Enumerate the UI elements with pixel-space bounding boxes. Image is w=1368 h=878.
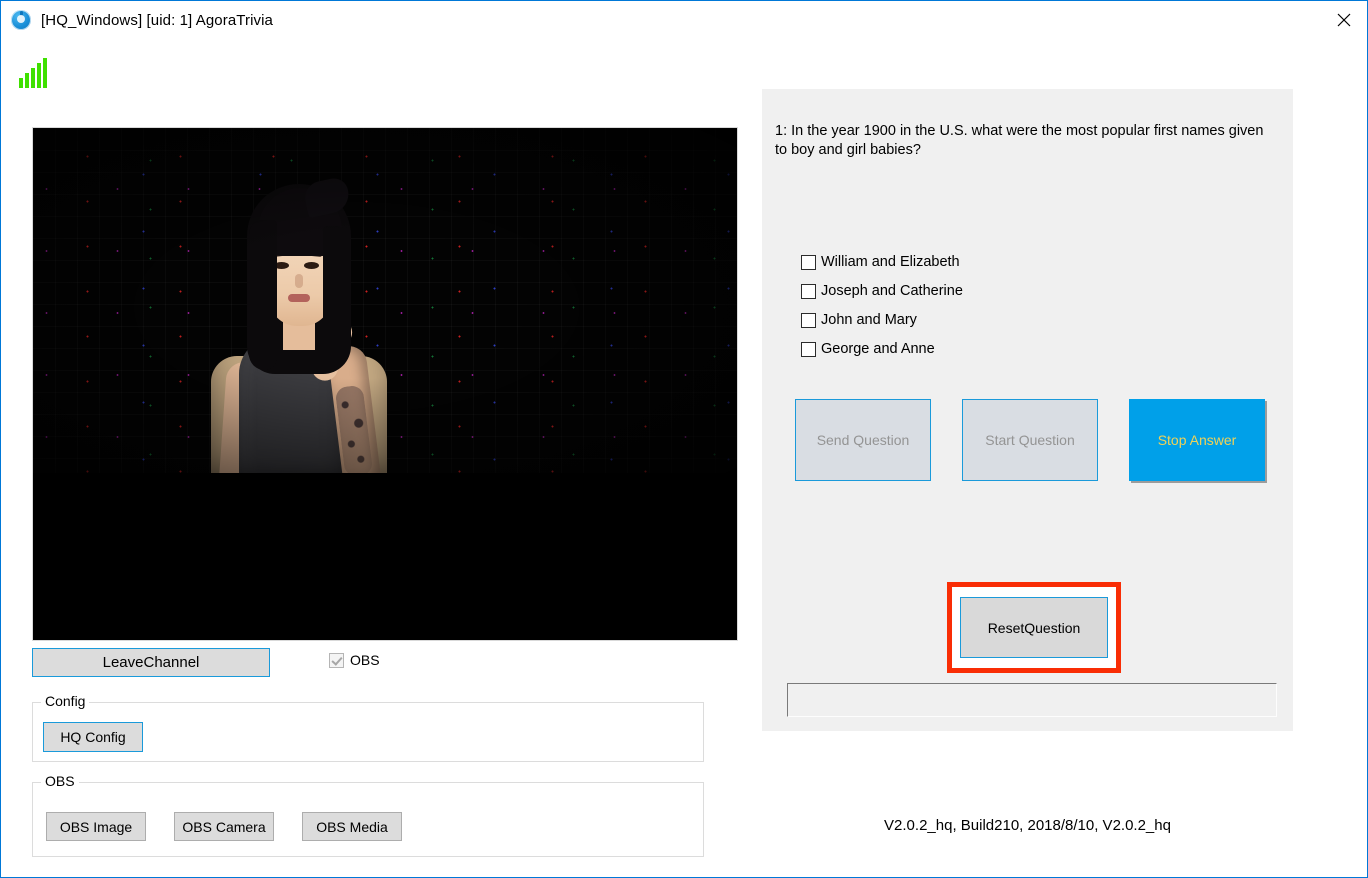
signal-bar-5	[43, 58, 47, 88]
question-panel: 1: In the year 1900 in the U.S. what wer…	[762, 89, 1293, 731]
close-button[interactable]	[1321, 1, 1367, 39]
leave-channel-button[interactable]: LeaveChannel	[32, 648, 270, 677]
local-video-preview[interactable]	[32, 127, 738, 641]
signal-bar-3	[31, 68, 35, 88]
obs-camera-button[interactable]: OBS Camera	[174, 812, 274, 841]
answer-checkbox-1[interactable]	[801, 254, 816, 270]
signal-bar-4	[37, 63, 41, 88]
answer-option-4[interactable]: George and Anne	[801, 341, 963, 357]
window-title: [HQ_Windows] [uid: 1] AgoraTrivia	[41, 11, 273, 29]
answer-options-list: William and Elizabeth Joseph and Catheri…	[801, 254, 963, 357]
signal-bars-icon	[19, 56, 53, 88]
obs-checkbox-label: OBS	[350, 652, 380, 668]
answer-checkbox-2[interactable]	[801, 283, 816, 299]
video-letterbox	[33, 473, 737, 640]
title-bar: [HQ_Windows] [uid: 1] AgoraTrivia	[1, 1, 1367, 39]
obs-checkbox	[329, 652, 344, 668]
app-window: [HQ_Windows] [uid: 1] AgoraTrivia LeaveC…	[0, 0, 1368, 878]
start-question-button[interactable]: Start Question	[962, 399, 1098, 481]
video-content	[33, 128, 737, 473]
answer-option-2[interactable]: Joseph and Catherine	[801, 283, 963, 299]
agora-app-icon	[11, 10, 31, 30]
answer-checkbox-3[interactable]	[801, 312, 816, 328]
answer-label-1: William and Elizabeth	[821, 254, 960, 270]
obs-media-button[interactable]: OBS Media	[302, 812, 402, 841]
signal-bar-1	[19, 78, 23, 88]
config-group-label: Config	[41, 693, 90, 709]
stop-answer-button[interactable]: Stop Answer	[1129, 399, 1265, 481]
version-label: V2.0.2_hq, Build210, 2018/8/10, V2.0.2_h…	[884, 817, 1171, 834]
answer-checkbox-4[interactable]	[801, 341, 816, 357]
signal-bar-2	[25, 73, 29, 88]
answer-label-2: Joseph and Catherine	[821, 283, 963, 299]
status-input[interactable]	[787, 683, 1277, 717]
hq-config-button[interactable]: HQ Config	[43, 722, 143, 752]
answer-option-1[interactable]: William and Elizabeth	[801, 254, 963, 270]
video-vignette	[33, 128, 737, 473]
obs-image-button[interactable]: OBS Image	[46, 812, 146, 841]
answer-label-4: George and Anne	[821, 341, 935, 357]
send-question-button[interactable]: Send Question	[795, 399, 931, 481]
answer-label-3: John and Mary	[821, 312, 917, 328]
obs-group-label: OBS	[41, 773, 79, 789]
obs-checkbox-row[interactable]: OBS	[329, 652, 380, 668]
close-icon	[1337, 13, 1351, 27]
reset-question-button[interactable]: ResetQuestion	[960, 597, 1108, 658]
answer-option-3[interactable]: John and Mary	[801, 312, 963, 328]
question-text: 1: In the year 1900 in the U.S. what wer…	[775, 123, 1264, 158]
